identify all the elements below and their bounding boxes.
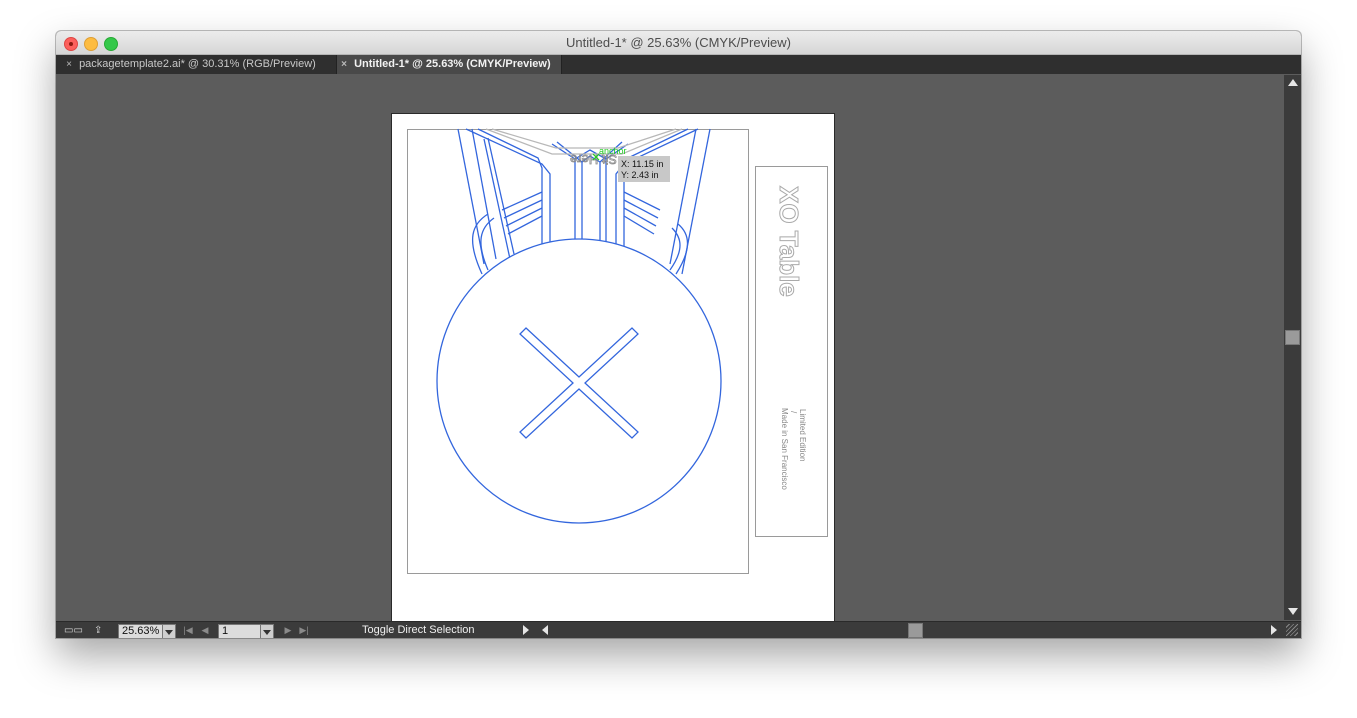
vertical-scrollbar[interactable] xyxy=(1284,75,1301,620)
first-artboard-icon[interactable]: |◀ xyxy=(182,625,194,636)
tab-close-icon[interactable]: × xyxy=(62,55,76,74)
tooltip-x: X: 11.15 in xyxy=(621,159,663,169)
last-artboard-icon[interactable]: ▶| xyxy=(298,625,310,636)
next-artboard-icon[interactable]: ▶ xyxy=(282,625,294,636)
document-canvas[interactable]: Sit Here anchor X: 11.15 in Y: 2.43 in X… xyxy=(56,75,1284,621)
side-title: XO Table xyxy=(774,186,804,297)
scroll-down-icon[interactable] xyxy=(1288,608,1298,615)
scroll-right-icon[interactable] xyxy=(1271,625,1277,635)
status-text: Toggle Direct Selection xyxy=(362,624,475,636)
scroll-up-icon[interactable] xyxy=(1288,79,1298,86)
status-bar: ▭▭ ⇪ 25.63% |◀ ◀ 1 ▶ ▶| Toggle Direct Se… xyxy=(56,621,1301,638)
coordinate-tooltip: X: 11.15 in Y: 2.43 in xyxy=(618,156,670,182)
vertical-scroll-thumb[interactable] xyxy=(1285,330,1300,345)
previous-artboard-icon[interactable]: ◀ xyxy=(199,625,211,636)
artboard-number-field[interactable]: 1 xyxy=(218,624,261,638)
tab-close-icon[interactable]: × xyxy=(337,55,351,74)
tooltip-y: Y: 2.43 in xyxy=(621,170,659,180)
table-top-circle xyxy=(436,238,722,524)
tab-untitled-1[interactable]: × Untitled-1* @ 25.63% (CMYK/Preview) xyxy=(336,55,562,74)
side-line2: / xyxy=(789,411,798,414)
artwork-svg: Sit Here anchor X: 11.15 in Y: 2.43 in X… xyxy=(407,128,828,574)
share-icon[interactable]: ⇪ xyxy=(94,625,102,636)
zoom-dropdown-icon[interactable] xyxy=(162,624,176,638)
side-line1: Limited Edition xyxy=(798,409,807,461)
status-menu-icon[interactable] xyxy=(523,625,529,635)
zoom-field[interactable]: 25.63% xyxy=(118,624,163,638)
title-bar[interactable]: Untitled-1* @ 25.63% (CMYK/Preview) xyxy=(56,31,1301,55)
illustrator-window: Untitled-1* @ 25.63% (CMYK/Preview) × pa… xyxy=(56,31,1301,638)
gpu-performance-icon[interactable]: ▭▭ xyxy=(64,625,83,636)
window-title: Untitled-1* @ 25.63% (CMYK/Preview) xyxy=(566,35,791,50)
resize-grip-icon[interactable] xyxy=(1286,624,1298,636)
side-line3: Made in San Francisco xyxy=(780,408,789,490)
anchor-label: anchor xyxy=(599,146,627,156)
document-tab-bar: × packagetemplate2.ai* @ 30.31% (RGB/Pre… xyxy=(56,55,1301,74)
artboard[interactable]: Sit Here anchor X: 11.15 in Y: 2.43 in X… xyxy=(391,113,835,621)
tab-label: Untitled-1* @ 25.63% (CMYK/Preview) xyxy=(354,58,551,70)
scroll-left-icon[interactable] xyxy=(542,625,548,635)
artboard-dropdown-icon[interactable] xyxy=(260,624,274,638)
tab-label: packagetemplate2.ai* @ 30.31% (RGB/Previ… xyxy=(79,58,316,70)
tab-packagetemplate2[interactable]: × packagetemplate2.ai* @ 30.31% (RGB/Pre… xyxy=(62,55,330,74)
horizontal-scroll-thumb[interactable] xyxy=(908,623,923,638)
